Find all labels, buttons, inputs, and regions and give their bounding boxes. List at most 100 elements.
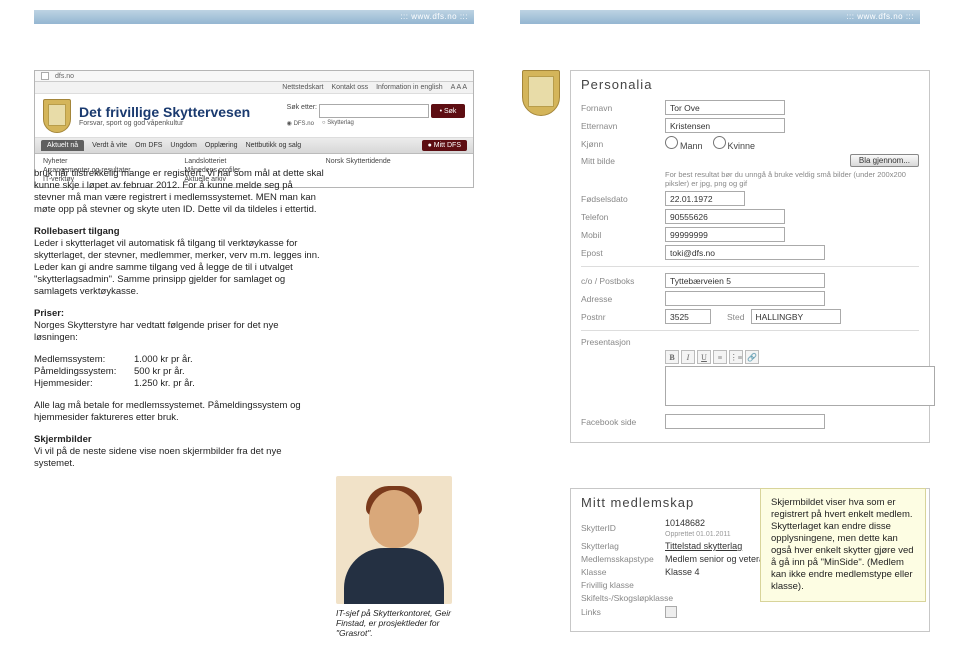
subnav-link	[326, 167, 465, 174]
toplink[interactable]: Nettstedskart	[282, 84, 323, 91]
browse-button[interactable]: Bla gjennom...	[850, 154, 919, 167]
price-table: Medlemssystem:1.000 kr pr år. Påmeldings…	[34, 354, 324, 390]
skytterid-created: Opprettet 01.01.2011	[665, 531, 731, 538]
nav-tab[interactable]: Ungdom	[170, 142, 196, 149]
sted-input[interactable]	[751, 309, 841, 324]
field-label: Epost	[581, 248, 659, 258]
nav-tab[interactable]: Verdt å vite	[92, 142, 127, 149]
field-label: SkytterID	[581, 523, 659, 533]
body-p: Norges Skytterstyre har vedtatt følgende…	[34, 320, 278, 343]
field-label: Klasse	[581, 567, 659, 577]
header-stripe-left: ::: www.dfs.no :::	[34, 10, 474, 24]
adresse-input[interactable]	[665, 291, 825, 306]
field-label: Facebook side	[581, 417, 659, 427]
site-title: Det frivillige Skyttervesen	[79, 104, 250, 120]
field-label: Medlemsskapstype	[581, 554, 659, 564]
field-label: Postnr	[581, 312, 659, 322]
field-label: Skifelts-/Skogsløpklasse	[581, 593, 701, 603]
presentasjon-textarea[interactable]	[665, 366, 935, 406]
links-icon[interactable]	[665, 606, 677, 618]
browser-favicon	[41, 72, 49, 80]
telefon-input[interactable]	[665, 209, 785, 224]
field-label: Sted	[727, 312, 745, 322]
body-heading: Priser:	[34, 308, 64, 319]
site-tagline: Forsvar, sport og god våpenkultur	[79, 120, 250, 127]
mobil-input[interactable]	[665, 227, 785, 242]
body-p: bruk når tilstrekkelig mange er registre…	[34, 168, 324, 216]
search-input[interactable]	[319, 104, 429, 118]
logo-crest	[522, 70, 560, 116]
toplink[interactable]: Information in english	[376, 84, 443, 91]
personalia-panel: Personalia Fornavn Etternavn Kjønn Mann …	[570, 70, 930, 443]
field-label: Mitt bilde	[581, 156, 659, 166]
klasse-value: Klasse 4	[665, 567, 700, 577]
callout-box: Skjermbildet viser hva som er registrert…	[760, 488, 926, 602]
field-label: Etternavn	[581, 121, 659, 131]
search-opt[interactable]: Skytterlag	[327, 120, 354, 126]
radio-label: Mann	[680, 141, 703, 151]
postnr-input[interactable]	[665, 309, 711, 324]
font-size-controls[interactable]: A A A	[451, 84, 467, 91]
field-label: Fornavn	[581, 103, 659, 113]
search-button[interactable]: • Søk	[431, 104, 465, 118]
epost-input[interactable]	[665, 245, 825, 260]
price-value: 500 kr pr år.	[134, 366, 185, 378]
radio-label: Kvinne	[728, 141, 756, 151]
skytterid-value: 10148682	[665, 518, 705, 528]
panel-title: Personalia	[581, 77, 919, 92]
body-p: Vi vil på de neste sidene vise noen skje…	[34, 446, 282, 469]
co-input[interactable]	[665, 273, 825, 288]
search-opt[interactable]: DFS.no	[294, 121, 314, 127]
medlemskapstype-value: Medlem senior og veteran	[665, 554, 769, 564]
underline-icon[interactable]: U	[697, 350, 711, 364]
hint-text: For best resultat bør du unngå å bruke v…	[665, 170, 919, 188]
subnav-link[interactable]: Nyheter	[43, 158, 182, 165]
field-label: Adresse	[581, 294, 659, 304]
price-label: Hjemmesider:	[34, 378, 134, 390]
price-value: 1.000 kr pr år.	[134, 354, 193, 366]
kjonn-kvinne-radio[interactable]	[713, 136, 726, 149]
skytterlag-link[interactable]: Tittelstad skytterlag	[665, 541, 742, 551]
kjonn-mann-radio[interactable]	[665, 136, 678, 149]
field-label: c/o / Postboks	[581, 276, 659, 286]
price-label: Medlemssystem:	[34, 354, 134, 366]
etternavn-input[interactable]	[665, 118, 785, 133]
subnav-link[interactable]: Landslotteriet	[184, 158, 323, 165]
portrait-caption: IT-sjef på Skytterkontoret, Geir Finstad…	[336, 608, 476, 638]
bold-icon[interactable]: B	[665, 350, 679, 364]
list-icon[interactable]: ≡	[713, 350, 727, 364]
nav-mitt-dfs[interactable]: ● Mitt DFS	[422, 140, 467, 151]
body-p: Alle lag må betale for medlemssystemet. …	[34, 400, 324, 424]
fdato-input[interactable]	[665, 191, 745, 206]
field-label: Telefon	[581, 212, 659, 222]
article-text: bruk når tilstrekkelig mange er registre…	[34, 168, 324, 480]
search-label: Søk etter:	[287, 104, 317, 118]
url-text: dfs.no	[55, 73, 74, 80]
italic-icon[interactable]: I	[681, 350, 695, 364]
field-label: Frivillig klasse	[581, 580, 659, 590]
body-heading: Rollebasert tilgang	[34, 226, 120, 237]
link-icon[interactable]: 🔗	[745, 350, 759, 364]
nav-tab[interactable]: Opplæring	[205, 142, 238, 149]
facebook-input[interactable]	[665, 414, 825, 429]
list-icon[interactable]: ⋮≡	[729, 350, 743, 364]
portrait-image	[336, 476, 452, 604]
field-label: Presentasjon	[581, 337, 659, 347]
field-label: Skytterlag	[581, 541, 659, 551]
price-label: Påmeldingssystem:	[34, 366, 134, 378]
field-label: Mobil	[581, 230, 659, 240]
price-value: 1.250 kr. pr år.	[134, 378, 195, 390]
nav-tab[interactable]: Nettbutikk og salg	[246, 142, 302, 149]
fornavn-input[interactable]	[665, 100, 785, 115]
nav-tab[interactable]: Om DFS	[135, 142, 162, 149]
rte-toolbar: B I U ≡ ⋮≡ 🔗	[665, 350, 919, 364]
body-p: Leder i skytterlaget vil automatisk få t…	[34, 238, 320, 297]
logo-crest	[43, 99, 71, 133]
body-heading: Skjermbilder	[34, 434, 92, 445]
header-stripe-right: ::: www.dfs.no :::	[520, 10, 920, 24]
nav-tab[interactable]: Aktuelt nå	[41, 140, 84, 151]
field-label: Fødselsdato	[581, 194, 659, 204]
toplink[interactable]: Kontakt oss	[332, 84, 369, 91]
subnav-link[interactable]: Norsk Skyttertidende	[326, 158, 465, 165]
portrait-photo: IT-sjef på Skytterkontoret, Geir Finstad…	[336, 476, 456, 638]
